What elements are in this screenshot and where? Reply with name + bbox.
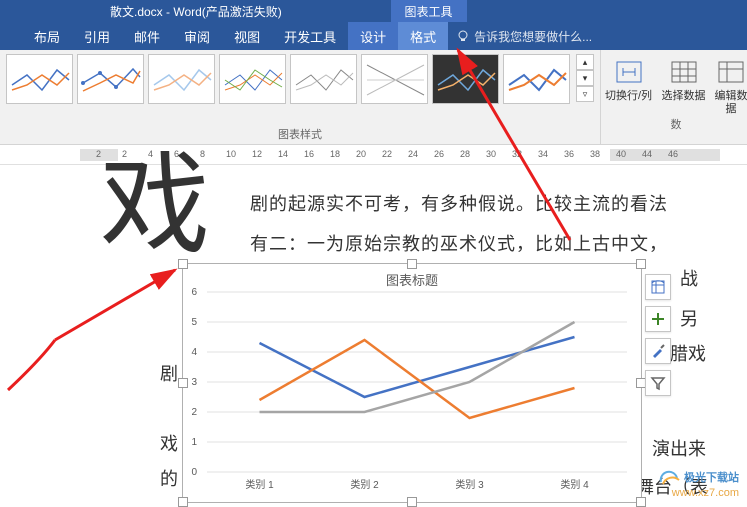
more-icon: ▿	[583, 89, 588, 100]
chart-style-thumb-6[interactable]	[361, 54, 428, 104]
chart-style-thumb-3[interactable]	[148, 54, 215, 104]
svg-text:类别 4: 类别 4	[560, 478, 589, 491]
chart-style-thumb-4[interactable]	[219, 54, 286, 104]
swap-row-col-button[interactable]: 切换行/列	[601, 50, 656, 116]
table-icon	[668, 56, 700, 88]
chevron-down-icon: ▾	[583, 73, 588, 84]
chart-style-thumb-2[interactable]	[77, 54, 144, 104]
switch-icon	[613, 56, 645, 88]
gallery-down-button[interactable]: ▾	[576, 70, 594, 86]
chevron-up-icon: ▴	[583, 57, 588, 68]
ribbon-tabs: 布局 引用 邮件 审阅 视图 开发工具 设计 格式 告诉我您想要做什么...	[0, 22, 747, 50]
plus-icon	[650, 311, 666, 327]
ribbon-content: ▴ ▾ ▿ 图表样式 切换行/列 选择数据 编辑数据 数	[0, 50, 747, 145]
chart-styles-button[interactable]	[645, 338, 671, 364]
embedded-chart[interactable]: 图表标题 0123456类别 1类别 2类别 3类别 4	[182, 263, 642, 503]
svg-text:类别 3: 类别 3	[455, 478, 484, 491]
document-area: 戏 剧的起源实不可考，有多种假说。比较主流的看法 有二：一为原始宗教的巫术仪式，…	[0, 165, 747, 506]
svg-text:3: 3	[191, 377, 197, 388]
resize-handle-tr[interactable]	[636, 259, 646, 269]
svg-text:类别 1: 类别 1	[245, 478, 274, 491]
tab-dev-tools[interactable]: 开发工具	[272, 22, 348, 50]
chart-styles-group-label: 图表样式	[6, 126, 594, 144]
lightbulb-icon	[456, 29, 470, 43]
chart-tools-context-tab: 图表工具	[391, 0, 467, 22]
svg-text:2: 2	[191, 407, 197, 418]
svg-text:0: 0	[191, 467, 197, 478]
chart-style-thumb-5[interactable]	[290, 54, 357, 104]
tab-view[interactable]: 视图	[222, 22, 272, 50]
select-data-button[interactable]: 选择数据	[656, 50, 711, 116]
chart-style-thumb-8[interactable]	[503, 54, 570, 104]
chart-style-thumb-1[interactable]	[6, 54, 73, 104]
funnel-icon	[650, 375, 666, 391]
tab-references[interactable]: 引用	[72, 22, 122, 50]
resize-handle-ml[interactable]	[178, 378, 188, 388]
svg-text:4: 4	[191, 347, 197, 358]
svg-text:类别 2: 类别 2	[350, 478, 379, 491]
resize-handle-tc[interactable]	[407, 259, 417, 269]
layout-options-icon	[650, 279, 666, 295]
chart-title[interactable]: 图表标题	[183, 270, 641, 289]
title-bar: 散文.docx - Word(产品激活失败) 图表工具	[0, 0, 747, 22]
chart-plot-area[interactable]: 0123456类别 1类别 2类别 3类别 4	[207, 292, 627, 472]
svg-text:1: 1	[191, 437, 197, 448]
tab-format[interactable]: 格式	[398, 22, 448, 50]
chart-elements-button[interactable]	[645, 306, 671, 332]
watermark: 极光下载站 www.xz7.com	[659, 470, 739, 500]
tab-design[interactable]: 设计	[348, 22, 398, 50]
paragraph-text: 剧的起源实不可考，有多种假说。比较主流的看法 有二：一为原始宗教的巫术仪式，比如…	[250, 185, 707, 264]
svg-text:6: 6	[191, 287, 197, 298]
edit-data-icon	[715, 56, 747, 88]
svg-text:5: 5	[191, 317, 197, 328]
gallery-more-button[interactable]: ▿	[576, 86, 594, 102]
gallery-up-button[interactable]: ▴	[576, 54, 594, 70]
chart-style-thumb-7[interactable]	[432, 54, 499, 104]
tell-me-search[interactable]: 告诉我您想要做什么...	[456, 28, 592, 45]
resize-handle-tl[interactable]	[178, 259, 188, 269]
logo-icon	[659, 470, 681, 486]
tab-layout[interactable]: 布局	[22, 22, 72, 50]
chart-styles-group: ▴ ▾ ▿ 图表样式	[0, 50, 600, 144]
chart-filters-button[interactable]	[645, 370, 671, 396]
tab-mailings[interactable]: 邮件	[122, 22, 172, 50]
document-title: 散文.docx - Word(产品激活失败)	[110, 3, 282, 20]
brush-icon	[650, 343, 666, 359]
tab-review[interactable]: 审阅	[172, 22, 222, 50]
edit-data-button[interactable]: 编辑数据	[711, 50, 747, 116]
data-group: 切换行/列 选择数据 编辑数据 数	[600, 50, 747, 144]
drop-cap: 戏	[100, 151, 210, 261]
layout-options-button[interactable]	[645, 274, 671, 300]
